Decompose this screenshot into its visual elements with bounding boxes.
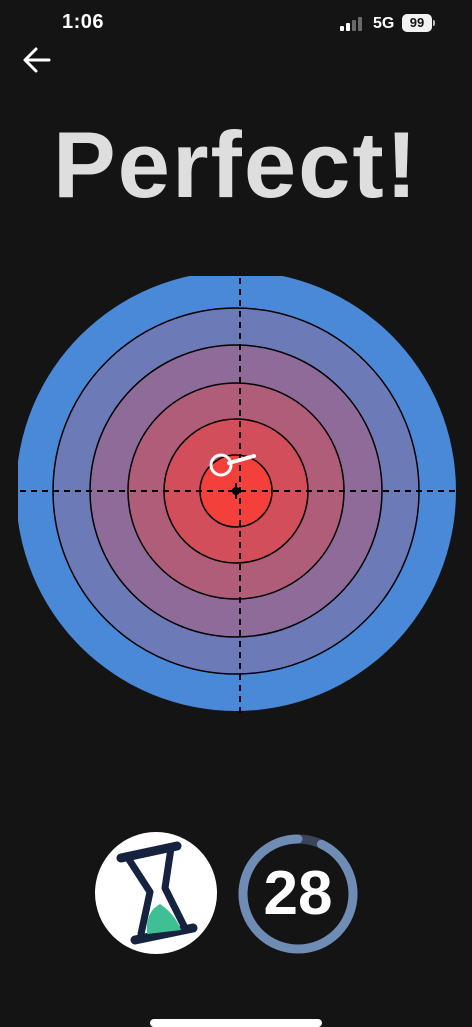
status-bar: 1:06 5G 99 bbox=[0, 0, 472, 48]
home-indicator[interactable] bbox=[150, 1019, 322, 1027]
arrow-left-icon bbox=[23, 47, 51, 73]
back-button[interactable] bbox=[18, 40, 58, 80]
hourglass-icon bbox=[116, 841, 198, 945]
status-time: 1:06 bbox=[62, 11, 105, 33]
hourglass-button[interactable] bbox=[95, 832, 217, 954]
result-title: Perfect! bbox=[52, 112, 420, 217]
countdown-timer: 28 bbox=[236, 832, 360, 956]
timer-value: 28 bbox=[263, 859, 333, 928]
network-type: 5G bbox=[373, 15, 395, 32]
battery-icon: 99 bbox=[402, 14, 432, 32]
signal-icon bbox=[340, 17, 364, 31]
target-board[interactable] bbox=[18, 276, 462, 720]
battery-level: 99 bbox=[409, 15, 425, 30]
battery-tip bbox=[433, 20, 435, 26]
